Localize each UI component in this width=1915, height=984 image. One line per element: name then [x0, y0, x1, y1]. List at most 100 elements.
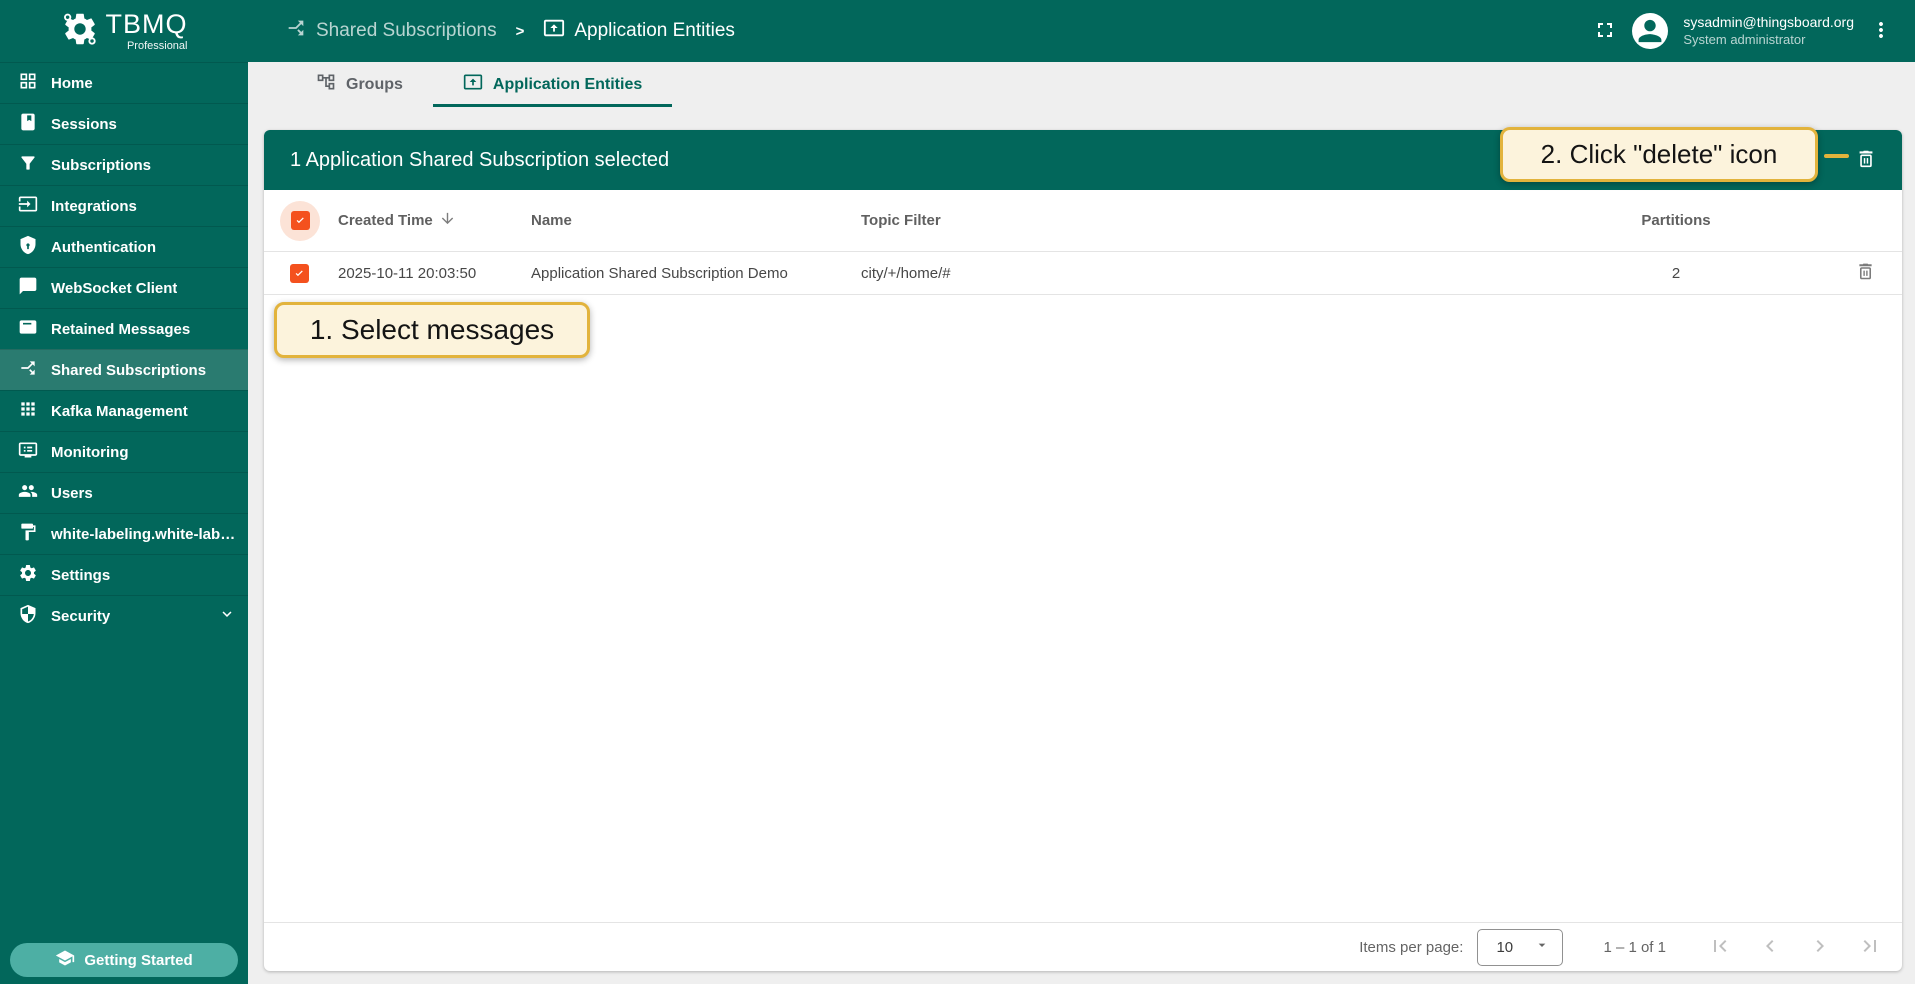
main-area: Shared Subscriptions > Application Entit… — [248, 0, 1915, 984]
breadcrumb-label: Shared Subscriptions — [316, 20, 497, 42]
table-empty-space — [264, 295, 1902, 922]
sidebar-item-label: Shared Subscriptions — [51, 362, 206, 379]
sidebar-item-label: Home — [51, 75, 93, 92]
tbmq-logo-icon — [61, 10, 99, 53]
getting-started-button[interactable]: Getting Started — [10, 943, 238, 977]
sidebar-item-label: Retained Messages — [51, 321, 190, 338]
sidebar-item-monitoring[interactable]: Monitoring — [0, 431, 248, 472]
pagination-range-label: 1 – 1 of 1 — [1603, 939, 1666, 956]
row-delete-button[interactable] — [1855, 261, 1876, 285]
table-row[interactable]: 2025-10-11 20:03:50 Application Shared S… — [264, 252, 1902, 295]
cell-topic-filter: city/+/home/# — [861, 265, 1546, 282]
sidebar-item-label: Security — [51, 608, 110, 625]
logo[interactable]: TBMQ Professional — [0, 0, 248, 62]
fullscreen-button[interactable] — [1593, 18, 1617, 45]
getting-started-label: Getting Started — [84, 952, 192, 969]
annotation-step2-text: 2. Click "delete" icon — [1541, 139, 1778, 170]
account-tree-icon — [316, 72, 336, 97]
sidebar-item-subscriptions[interactable]: Subscriptions — [0, 144, 248, 185]
tab-label: Groups — [346, 76, 403, 94]
sidebar-item-sessions[interactable]: Sessions — [0, 103, 248, 144]
topbar: Shared Subscriptions > Application Entit… — [248, 0, 1915, 62]
cell-created-time: 2025-10-11 20:03:50 — [338, 265, 531, 282]
page-size-select[interactable]: 10 — [1477, 929, 1563, 966]
previous-page-button[interactable] — [1758, 934, 1782, 961]
logo-title: TBMQ — [106, 11, 188, 38]
sidebar-item-label: Authentication — [51, 239, 156, 256]
sidebar-item-security[interactable]: Security — [0, 595, 248, 636]
select-all-checkbox[interactable] — [291, 211, 310, 230]
people-icon — [18, 481, 38, 505]
column-header-name[interactable]: Name — [531, 212, 861, 229]
delete-icon — [1855, 148, 1877, 173]
grid-dashboard-icon — [18, 71, 38, 95]
cell-actions — [1806, 261, 1902, 285]
delete-selected-button[interactable] — [1855, 148, 1877, 173]
sidebar-item-label: Settings — [51, 567, 110, 584]
first-page-button[interactable] — [1708, 934, 1732, 961]
sidebar-item-users[interactable]: Users — [0, 472, 248, 513]
school-icon — [55, 948, 75, 972]
filter-funnel-icon — [18, 153, 38, 177]
present-to-all-icon — [463, 72, 483, 97]
delete-icon — [1855, 261, 1876, 285]
chevron-right-icon — [1808, 934, 1832, 961]
present-to-all-icon — [543, 17, 565, 45]
tabbar: Groups Application Entities — [248, 62, 1915, 107]
sidebar-item-label: Users — [51, 485, 93, 502]
sidebar-item-integrations[interactable]: Integrations — [0, 185, 248, 226]
chat-bubble-icon — [18, 276, 38, 300]
column-header-created-time[interactable]: Created Time — [338, 210, 531, 231]
annotation-step1-text: 1. Select messages — [310, 314, 554, 346]
monitor-icon — [18, 440, 38, 464]
table-header-row: Created Time Name Topic Filter Partition… — [264, 190, 1902, 252]
shield-half-icon — [18, 604, 38, 628]
more-menu-button[interactable] — [1869, 18, 1893, 45]
chevron-left-icon — [1758, 934, 1782, 961]
row-checkbox[interactable] — [290, 264, 309, 283]
user-info[interactable]: sysadmin@thingsboard.org System administ… — [1683, 13, 1854, 48]
sidebar-item-white-labeling[interactable]: white-labeling.white-labeli… — [0, 513, 248, 554]
tab-label: Application Entities — [493, 76, 642, 94]
kebab-menu-icon — [1869, 18, 1893, 45]
cell-partitions: 2 — [1546, 265, 1806, 282]
sidebar-item-label: Integrations — [51, 198, 137, 215]
sidebar-item-retained-messages[interactable]: Retained Messages — [0, 308, 248, 349]
next-page-button[interactable] — [1808, 934, 1832, 961]
entities-table-card: 1 Application Shared Subscription select… — [264, 130, 1902, 971]
sidebar-item-label: Sessions — [51, 116, 117, 133]
tab-groups[interactable]: Groups — [286, 62, 433, 107]
sidebar-item-label: WebSocket Client — [51, 280, 177, 297]
topbar-right: sysadmin@thingsboard.org System administ… — [1593, 13, 1893, 49]
avatar[interactable] — [1632, 13, 1668, 49]
gear-icon — [18, 563, 38, 587]
first-page-icon — [1708, 934, 1732, 961]
caret-down-icon — [1534, 937, 1550, 957]
sidebar: TBMQ Professional Home Sessions Subscrip… — [0, 0, 248, 984]
sidebar-item-kafka-management[interactable]: Kafka Management — [0, 390, 248, 431]
sidebar-item-shared-subscriptions[interactable]: Shared Subscriptions — [0, 349, 248, 390]
apps-grid-icon — [18, 399, 38, 423]
last-page-button[interactable] — [1858, 934, 1882, 961]
sidebar-item-settings[interactable]: Settings — [0, 554, 248, 595]
sidebar-item-label: Kafka Management — [51, 403, 188, 420]
column-header-partitions[interactable]: Partitions — [1546, 212, 1806, 229]
breadcrumb-separator: > — [516, 23, 525, 40]
sidebar-item-label: Monitoring — [51, 444, 128, 461]
breadcrumb-label: Application Entities — [574, 20, 735, 42]
breadcrumb-application-entities[interactable]: Application Entities — [543, 17, 735, 45]
content: Groups Application Entities 1 Applicatio… — [248, 62, 1915, 984]
sidebar-item-label: Subscriptions — [51, 157, 151, 174]
header-checkbox-cell — [264, 201, 338, 241]
column-header-topic-filter[interactable]: Topic Filter — [861, 212, 1546, 229]
column-label: Created Time — [338, 212, 433, 229]
call-split-icon — [18, 358, 38, 382]
shield-lock-icon — [18, 235, 38, 259]
breadcrumb: Shared Subscriptions > Application Entit… — [285, 17, 735, 45]
sidebar-item-websocket-client[interactable]: WebSocket Client — [0, 267, 248, 308]
table-footer: Items per page: 10 1 – 1 of 1 — [264, 922, 1902, 971]
sidebar-item-authentication[interactable]: Authentication — [0, 226, 248, 267]
breadcrumb-shared-subscriptions[interactable]: Shared Subscriptions — [285, 17, 497, 45]
tab-application-entities[interactable]: Application Entities — [433, 62, 672, 107]
sidebar-item-home[interactable]: Home — [0, 62, 248, 103]
